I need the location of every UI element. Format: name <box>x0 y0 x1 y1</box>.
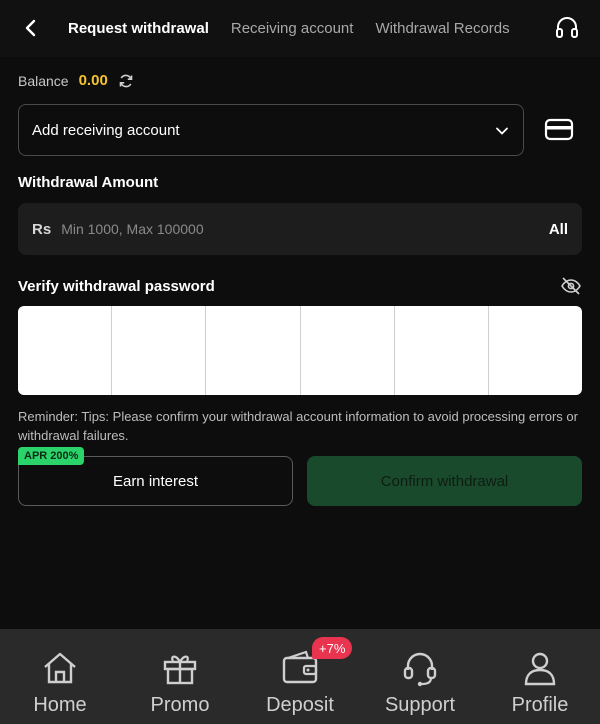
pin-cell[interactable] <box>395 306 489 395</box>
customer-service-button[interactable] <box>554 15 580 41</box>
top-header: Request withdrawal Receiving account Wit… <box>0 0 600 57</box>
withdrawal-amount-box: Rs All <box>18 203 582 255</box>
receiving-account-select[interactable]: Add receiving account <box>18 104 524 156</box>
gift-icon <box>163 655 197 685</box>
refresh-icon[interactable] <box>118 73 134 89</box>
pin-cell[interactable] <box>112 306 207 395</box>
back-button[interactable] <box>18 16 42 40</box>
headset-icon <box>403 652 437 687</box>
nav-home-label: Home <box>33 694 87 716</box>
withdrawal-amount-title: Withdrawal Amount <box>18 174 159 191</box>
currency-label: Rs <box>32 220 52 238</box>
headset-icon <box>556 17 578 38</box>
nav-deposit-label: Deposit <box>266 694 334 716</box>
balance-value: 0.00 <box>78 72 108 89</box>
reminder-text: Reminder: Tips: Please confirm your with… <box>18 409 578 443</box>
deposit-bonus-badge: +7% <box>312 637 353 659</box>
pin-cell[interactable] <box>489 306 582 395</box>
eye-off-icon <box>561 277 581 295</box>
chevron-down-icon <box>496 127 508 135</box>
pin-cell[interactable] <box>206 306 301 395</box>
earn-interest-label: Earn interest <box>112 472 199 490</box>
password-pin-input[interactable] <box>18 306 582 395</box>
nav-promo-label: Promo <box>150 694 210 716</box>
home-icon <box>44 652 76 684</box>
balance-row: Balance 0.00 <box>18 72 134 89</box>
nav-support[interactable]: Support <box>360 629 480 724</box>
tab-receiving-account[interactable]: Receiving account <box>231 20 354 37</box>
all-amount-button[interactable]: All <box>549 221 568 238</box>
receiving-account-label: Add receiving account <box>32 121 180 139</box>
bottom-navigation: Home Promo Deposit Support Profile <box>0 629 600 724</box>
confirm-withdrawal-label: Confirm withdrawal <box>380 472 509 490</box>
apr-badge: APR 200% <box>18 447 85 465</box>
verify-password-title: Verify withdrawal password <box>18 278 215 295</box>
credit-card-icon <box>544 118 574 141</box>
chevron-left-icon <box>25 19 36 37</box>
nav-support-label: Support <box>384 694 456 716</box>
tab-bar: Request withdrawal Receiving account Wit… <box>68 0 532 57</box>
toggle-password-visibility[interactable] <box>560 276 582 296</box>
nav-promo[interactable]: Promo <box>120 629 240 724</box>
nav-home[interactable]: Home <box>0 629 120 724</box>
withdrawal-amount-input[interactable] <box>61 221 549 237</box>
tab-request-withdrawal[interactable]: Request withdrawal <box>68 20 209 37</box>
pin-cell[interactable] <box>301 306 395 395</box>
pin-cell[interactable] <box>18 306 113 395</box>
nav-profile-label: Profile <box>511 694 569 716</box>
user-icon <box>524 652 556 686</box>
bank-card-button[interactable] <box>544 117 574 143</box>
tab-withdrawal-records[interactable]: Withdrawal Records <box>375 20 509 37</box>
balance-label: Balance <box>18 72 69 89</box>
confirm-withdrawal-button[interactable]: Confirm withdrawal <box>307 456 582 506</box>
nav-profile[interactable]: Profile <box>480 629 600 724</box>
